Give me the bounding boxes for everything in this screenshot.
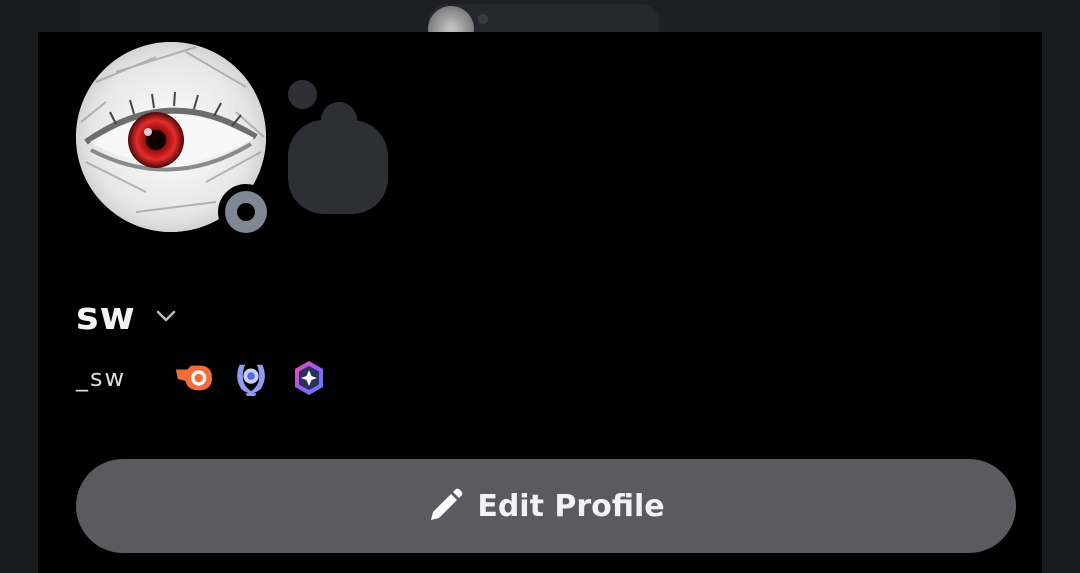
status-indicator: [218, 184, 274, 240]
chevron-down-icon[interactable]: [154, 304, 178, 328]
username-row: _sw: [76, 358, 348, 398]
quest-badge-icon[interactable]: [290, 359, 328, 397]
display-name-row[interactable]: sw: [76, 294, 178, 338]
hypesquad-icon[interactable]: [174, 359, 212, 397]
edit-profile-button[interactable]: Edit Profile: [76, 459, 1016, 553]
background-status-dot: [478, 14, 488, 24]
edit-profile-label: Edit Profile: [477, 488, 665, 524]
laurel-badge-icon[interactable]: [232, 359, 270, 397]
custom-status-bubble[interactable]: [288, 102, 388, 214]
profile-panel: sw _sw Edit Profile: [38, 32, 1042, 573]
status-idle-ring-icon: [225, 191, 267, 233]
display-name: sw: [76, 294, 136, 338]
pencil-icon: [427, 488, 463, 524]
username: _sw: [76, 364, 127, 392]
